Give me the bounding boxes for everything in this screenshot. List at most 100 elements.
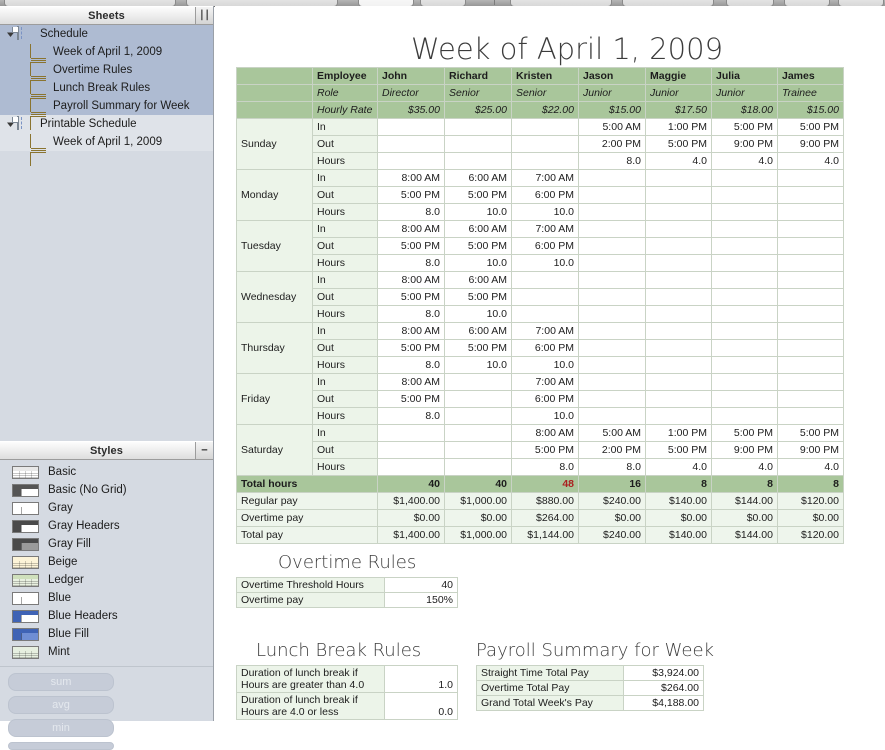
- schedule-value-cell[interactable]: [645, 237, 712, 255]
- lunch-break-rule-key-cell[interactable]: Duration of lunch break if Hours are 4.0…: [236, 692, 385, 720]
- corner-cell[interactable]: [236, 67, 313, 85]
- schedule-value-cell[interactable]: [444, 390, 512, 408]
- schedule-value-cell[interactable]: [578, 322, 646, 340]
- role-header-label[interactable]: Role: [312, 84, 378, 102]
- overtime-rule-key-cell[interactable]: Overtime Threshold Hours: [236, 577, 385, 593]
- schedule-value-cell[interactable]: [777, 356, 844, 374]
- style-item-gray-headers[interactable]: Gray Headers: [0, 517, 213, 535]
- style-item-blue[interactable]: Blue: [0, 589, 213, 607]
- schedule-value-cell[interactable]: [444, 458, 512, 476]
- hourly-rate-cell[interactable]: $15.00: [578, 101, 646, 119]
- schedule-value-cell[interactable]: 5:00 PM: [711, 424, 778, 442]
- subrow-label-cell[interactable]: Hours: [312, 152, 378, 170]
- subrow-label-cell[interactable]: Hours: [312, 458, 378, 476]
- schedule-value-cell[interactable]: 4.0: [777, 458, 844, 476]
- schedule-value-cell[interactable]: [645, 407, 712, 425]
- hourly-rate-cell[interactable]: $35.00: [377, 101, 445, 119]
- schedule-value-cell[interactable]: 8:00 AM: [511, 424, 579, 442]
- style-item-beige[interactable]: Beige: [0, 553, 213, 571]
- subrow-label-cell[interactable]: Out: [312, 390, 378, 408]
- schedule-value-cell[interactable]: [711, 169, 778, 187]
- total-value-cell[interactable]: $1,400.00: [377, 492, 445, 510]
- schedule-value-cell[interactable]: [511, 118, 579, 136]
- total-row-label[interactable]: Total pay: [236, 526, 378, 544]
- schedule-value-cell[interactable]: 10.0: [511, 407, 579, 425]
- style-item-basic[interactable]: Basic: [0, 463, 213, 481]
- schedule-value-cell[interactable]: 10.0: [444, 203, 512, 221]
- schedule-value-cell[interactable]: 2:00 PM: [578, 135, 646, 153]
- subrow-label-cell[interactable]: Out: [312, 135, 378, 153]
- overtime-rules-table[interactable]: Overtime Threshold Hours 40 Overtime pay 15…: [236, 577, 458, 608]
- total-value-cell[interactable]: $144.00: [711, 526, 778, 544]
- sidebar-item-week-of-april-1-2009[interactable]: Week of April 1, 2009: [0, 43, 213, 76]
- schedule-value-cell[interactable]: 5:00 AM: [578, 118, 646, 136]
- schedule-value-cell[interactable]: [777, 339, 844, 357]
- schedule-value-cell[interactable]: 8.0: [377, 407, 445, 425]
- sidebar-item-payroll-summary-for-week[interactable]: Payroll Summary for Week: [0, 97, 213, 130]
- total-value-cell[interactable]: $140.00: [645, 492, 712, 510]
- schedule-value-cell[interactable]: [511, 305, 579, 323]
- schedule-value-cell[interactable]: [645, 220, 712, 238]
- schedule-value-cell[interactable]: [645, 390, 712, 408]
- total-value-cell[interactable]: $120.00: [777, 492, 844, 510]
- total-value-cell[interactable]: $0.00: [578, 509, 646, 527]
- function-button-partial[interactable]: [8, 742, 114, 750]
- subrow-label-cell[interactable]: Out: [312, 237, 378, 255]
- schedule-value-cell[interactable]: [711, 339, 778, 357]
- schedule-value-cell[interactable]: [444, 424, 512, 442]
- schedule-value-cell[interactable]: [377, 424, 445, 442]
- payroll-summary-key-cell[interactable]: Grand Total Week's Pay: [476, 695, 624, 711]
- schedule-value-cell[interactable]: [511, 135, 579, 153]
- schedule-value-cell[interactable]: 9:00 PM: [777, 441, 844, 459]
- payroll-summary-value-cell[interactable]: $3,924.00: [623, 665, 704, 681]
- subrow-label-cell[interactable]: In: [312, 424, 378, 442]
- document-canvas[interactable]: Week of April 1, 2009 Employee John Richar…: [215, 6, 885, 721]
- role-cell[interactable]: Senior: [444, 84, 512, 102]
- schedule-value-cell[interactable]: [377, 135, 445, 153]
- total-value-cell[interactable]: $0.00: [377, 509, 445, 527]
- schedule-value-cell[interactable]: [777, 288, 844, 306]
- rate-header-label[interactable]: Hourly Rate: [312, 101, 378, 119]
- schedule-value-cell[interactable]: [645, 356, 712, 374]
- schedule-value-cell[interactable]: 5:00 PM: [444, 186, 512, 204]
- schedule-value-cell[interactable]: 10.0: [511, 203, 579, 221]
- schedule-value-cell[interactable]: 6:00 AM: [444, 220, 512, 238]
- schedule-value-cell[interactable]: 6:00 AM: [444, 169, 512, 187]
- schedule-value-cell[interactable]: [777, 186, 844, 204]
- subrow-label-cell[interactable]: Out: [312, 441, 378, 459]
- total-value-cell[interactable]: $880.00: [511, 492, 579, 510]
- subrow-label-cell[interactable]: Hours: [312, 203, 378, 221]
- schedule-value-cell[interactable]: 8:00 AM: [377, 271, 445, 289]
- schedule-value-cell[interactable]: [645, 271, 712, 289]
- schedule-value-cell[interactable]: [578, 254, 646, 272]
- subrow-label-cell[interactable]: Out: [312, 288, 378, 306]
- corner-cell[interactable]: [236, 84, 313, 102]
- schedule-value-cell[interactable]: [711, 288, 778, 306]
- schedule-value-cell[interactable]: 10.0: [444, 305, 512, 323]
- schedule-value-cell[interactable]: 5:00 PM: [444, 339, 512, 357]
- subrow-label-cell[interactable]: In: [312, 220, 378, 238]
- schedule-value-cell[interactable]: 8.0: [377, 356, 445, 374]
- schedule-value-cell[interactable]: [777, 169, 844, 187]
- schedule-table[interactable]: Employee John Richard Kristen Jason Maggie Jul…: [236, 67, 844, 544]
- schedule-value-cell[interactable]: 5:00 PM: [377, 186, 445, 204]
- schedule-value-cell[interactable]: [711, 373, 778, 391]
- schedule-value-cell[interactable]: 10.0: [444, 254, 512, 272]
- schedule-value-cell[interactable]: 8.0: [377, 203, 445, 221]
- schedule-value-cell[interactable]: 6:00 PM: [511, 186, 579, 204]
- schedule-value-cell[interactable]: 4.0: [645, 458, 712, 476]
- day-label-cell[interactable]: Saturday: [236, 424, 313, 476]
- payroll-summary-value-cell[interactable]: $4,188.00: [623, 695, 704, 711]
- style-item-mint[interactable]: Mint: [0, 643, 213, 661]
- subrow-label-cell[interactable]: Hours: [312, 254, 378, 272]
- schedule-value-cell[interactable]: [777, 237, 844, 255]
- employee-name-cell[interactable]: Maggie: [645, 67, 712, 85]
- hourly-rate-cell[interactable]: $25.00: [444, 101, 512, 119]
- schedule-value-cell[interactable]: [711, 356, 778, 374]
- schedule-value-cell[interactable]: [578, 169, 646, 187]
- schedule-value-cell[interactable]: 4.0: [645, 152, 712, 170]
- schedule-value-cell[interactable]: [645, 305, 712, 323]
- sheet-group-header-printable-schedule[interactable]: Printable Schedule: [0, 115, 213, 133]
- schedule-value-cell[interactable]: [777, 220, 844, 238]
- schedule-value-cell[interactable]: [711, 407, 778, 425]
